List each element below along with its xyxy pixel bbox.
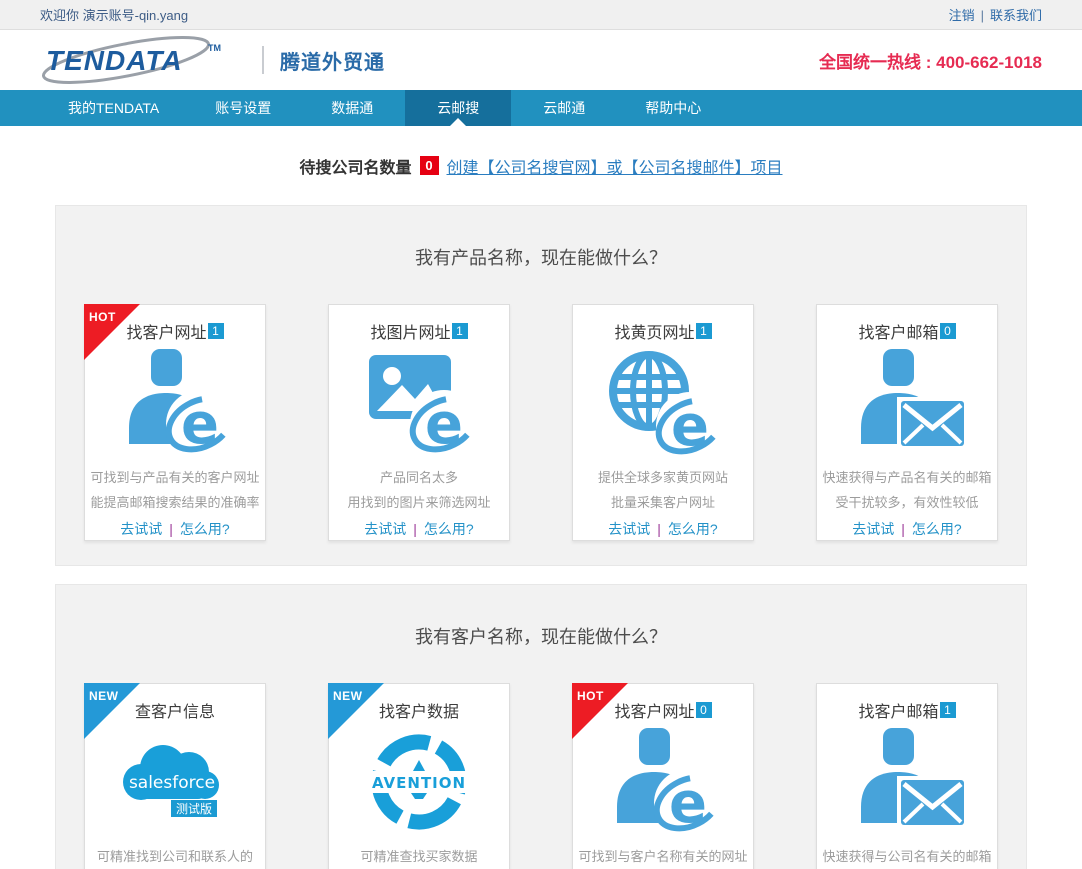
svg-text:salesforce: salesforce bbox=[128, 773, 214, 793]
person-mail-icon bbox=[845, 349, 970, 461]
ribbon-label: HOT bbox=[89, 310, 116, 324]
svg-text:e: e bbox=[669, 771, 707, 836]
try-it-link[interactable]: 去试试 bbox=[364, 521, 406, 537]
ribbon-label: NEW bbox=[89, 689, 119, 703]
link-divider: | bbox=[901, 521, 905, 537]
how-to-use-link[interactable]: 怎么用? bbox=[180, 521, 230, 537]
contact-us-link[interactable]: 联系我们 bbox=[990, 8, 1042, 23]
card-description: 产品同名太多 用找到的图片来筛选网址 bbox=[329, 465, 509, 515]
header: TENDATA TM 腾道外贸通 全国统一热线 : 400-662-1018 bbox=[0, 30, 1082, 90]
try-it-link[interactable]: 去试试 bbox=[852, 521, 894, 537]
svg-text:e: e bbox=[671, 394, 709, 459]
cards-row: HOT 找客户网址1 e 可找到 bbox=[84, 304, 998, 541]
product-name-section: 我有产品名称，现在能做什么？ HOT 找客户网址1 e bbox=[55, 205, 1027, 566]
topbar-links: 注销 | 联系我们 bbox=[949, 5, 1042, 24]
nav-tab-cloud-mail[interactable]: 云邮通 bbox=[511, 90, 617, 126]
card-count-badge: 1 bbox=[940, 702, 956, 718]
nav-tab-cloud-mail-search[interactable]: 云邮搜 bbox=[405, 90, 511, 126]
section-title: 我有客户名称，现在能做什么？ bbox=[84, 623, 998, 649]
globe-ie-icon: e bbox=[601, 349, 726, 461]
main-nav: 我的TENDATA 账号设置 数据通 云邮搜 云邮通 帮助中心 bbox=[0, 90, 1082, 126]
card-description: 快速获得与产品名有关的邮箱 受干扰较多，有效性较低 bbox=[817, 465, 997, 515]
pending-company-label: 待搜公司名数量 bbox=[299, 154, 411, 178]
tendata-logo[interactable]: TENDATA TM 腾道外贸通 bbox=[40, 33, 385, 87]
hotline-number: 全国统一热线 : 400-662-1018 bbox=[819, 48, 1042, 73]
card-find-customer-site-by-name: HOT 找客户网址0 e 可找到 bbox=[572, 683, 754, 869]
salesforce-icon: salesforce 测试版 bbox=[113, 728, 238, 840]
how-to-use-link[interactable]: 怎么用? bbox=[912, 521, 962, 537]
card-check-customer-info: NEW 查客户信息 salesforce 测试版 bbox=[84, 683, 266, 869]
card-find-image-site: 找图片网址1 e 产品同名太多 用找到的图片来筛选网址 bbox=[328, 304, 510, 541]
card-description: 可精准找到公司和联系人的 信息准确率高 bbox=[85, 844, 265, 869]
card-count-badge: 0 bbox=[696, 702, 712, 718]
card-description: 可找到与产品有关的客户网址 能提高邮箱搜索结果的准确率 bbox=[85, 465, 265, 515]
how-to-use-link[interactable]: 怎么用? bbox=[424, 521, 474, 537]
card-find-yellowpages-site: 找黄页网址1 e 提供全 bbox=[572, 304, 754, 541]
welcome-text: 欢迎你 演示账号-qin.yang bbox=[40, 5, 188, 24]
image-ie-icon: e bbox=[357, 349, 482, 461]
person-ie-icon: e bbox=[601, 728, 726, 840]
card-description: 可精准查找买家数据 准确率高 bbox=[329, 844, 509, 869]
card-description: 提供全球多家黄页网站 批量采集客户网址 bbox=[573, 465, 753, 515]
card-description: 快速获得与公司名有关的邮箱 bbox=[817, 844, 997, 869]
hot-ribbon: HOT bbox=[572, 683, 628, 739]
ribbon-label: NEW bbox=[333, 689, 363, 703]
avention-icon: AVENTION bbox=[357, 728, 482, 840]
card-title: 找图片网址1 bbox=[329, 319, 509, 345]
card-find-customer-site: HOT 找客户网址1 e 可找到 bbox=[84, 304, 266, 541]
card-find-customer-email-by-name: 找客户邮箱1 快速获得 bbox=[816, 683, 998, 869]
card-title: 找黄页网址1 bbox=[573, 319, 753, 345]
nav-tab-help-center[interactable]: 帮助中心 bbox=[617, 90, 729, 126]
link-divider: | bbox=[657, 521, 661, 537]
svg-text:e: e bbox=[181, 392, 219, 457]
card-find-customer-data: NEW 找客户数据 AVENTION 可精准查找买家数据 准确率高 去试试|怎么 bbox=[328, 683, 510, 869]
how-to-use-link[interactable]: 怎么用? bbox=[668, 521, 718, 537]
person-mail-icon bbox=[845, 728, 970, 840]
logout-link[interactable]: 注销 bbox=[949, 8, 975, 23]
section-title: 我有产品名称，现在能做什么？ bbox=[84, 244, 998, 270]
link-divider: | bbox=[169, 521, 173, 537]
brand-name: 腾道外贸通 bbox=[280, 46, 385, 75]
cards-row: NEW 查客户信息 salesforce 测试版 bbox=[84, 683, 998, 869]
card-title: 找客户邮箱1 bbox=[817, 698, 997, 724]
person-ie-icon: e bbox=[113, 349, 238, 461]
brand-divider bbox=[262, 46, 264, 74]
nav-tab-data-service[interactable]: 数据通 bbox=[299, 90, 405, 126]
new-ribbon: NEW bbox=[84, 683, 140, 739]
card-description: 可找到与客户名称有关的网址 能提高邮件搜索结果的准确率 bbox=[573, 844, 753, 869]
top-bar: 欢迎你 演示账号-qin.yang 注销 | 联系我们 bbox=[0, 0, 1082, 30]
card-count-badge: 1 bbox=[208, 323, 224, 339]
card-find-customer-email: 找客户邮箱0 快速获得 bbox=[816, 304, 998, 541]
customer-name-section: 我有客户名称，现在能做什么？ NEW 查客户信息 salesforc bbox=[55, 584, 1027, 869]
topbar-divider: | bbox=[981, 8, 984, 23]
nav-tab-account-settings[interactable]: 账号设置 bbox=[187, 90, 299, 126]
try-it-link[interactable]: 去试试 bbox=[608, 521, 650, 537]
try-it-link[interactable]: 去试试 bbox=[120, 521, 162, 537]
svg-text:TM: TM bbox=[208, 43, 221, 53]
card-count-badge: 1 bbox=[452, 323, 468, 339]
svg-text:TENDATA: TENDATA bbox=[46, 45, 183, 76]
pending-company-count: 0 bbox=[420, 156, 439, 175]
svg-text:AVENTION: AVENTION bbox=[371, 774, 465, 792]
hot-ribbon: HOT bbox=[84, 304, 140, 360]
pending-company-bar: 待搜公司名数量 0 创建【公司名搜官网】或【公司名搜邮件】项目 bbox=[0, 126, 1082, 205]
ribbon-label: HOT bbox=[577, 689, 604, 703]
trial-version-tag: 测试版 bbox=[175, 801, 211, 816]
card-count-badge: 1 bbox=[696, 323, 712, 339]
create-project-link[interactable]: 创建【公司名搜官网】或【公司名搜邮件】项目 bbox=[447, 154, 783, 178]
link-divider: | bbox=[413, 521, 417, 537]
new-ribbon: NEW bbox=[328, 683, 384, 739]
svg-text:e: e bbox=[425, 392, 463, 457]
card-title: 找客户邮箱0 bbox=[817, 319, 997, 345]
tendata-logo-icon: TENDATA TM bbox=[40, 33, 248, 87]
card-count-badge: 0 bbox=[940, 323, 956, 339]
nav-tab-my-tendata[interactable]: 我的TENDATA bbox=[40, 90, 187, 126]
